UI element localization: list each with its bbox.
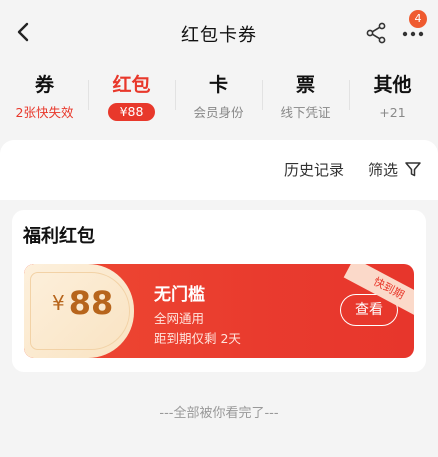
tab-label: 红包 — [112, 74, 151, 96]
share-icon[interactable] — [364, 21, 388, 45]
tab-subtitle: ¥88 — [107, 103, 156, 121]
filter-button[interactable]: 筛选 — [368, 159, 398, 180]
coupon-item[interactable]: ¥88 无门槛 全网通用 距到期仅剩 2天 查看 快到期 — [24, 264, 414, 358]
tab-label: 票 — [295, 74, 315, 96]
tab-coupons[interactable]: 券 2张快失效 — [1, 72, 88, 122]
end-of-list-text: ---全部被你看完了--- — [159, 406, 279, 421]
coupon-amount-area: ¥88 — [24, 264, 134, 358]
history-link[interactable]: 历史记录 — [284, 159, 344, 180]
coupon-title: 无门槛 — [154, 285, 205, 305]
tab-tickets[interactable]: 票 线下凭证 — [262, 72, 349, 122]
tab-subtitle: +21 — [379, 105, 406, 120]
tab-subtitle: 会员身份 — [193, 105, 244, 120]
currency-symbol: ¥ — [52, 291, 65, 315]
tab-other[interactable]: 其他 +21 — [349, 72, 436, 122]
coupon-amount: ¥88 — [52, 284, 113, 322]
coupon-scope: 全网通用 — [154, 311, 205, 326]
panel-toolbar: 历史记录 筛选 — [0, 140, 438, 200]
category-tabs: 券 2张快失效 红包 ¥88 卡 会员身份 票 线下凭证 其他 +21 — [0, 66, 438, 130]
tab-red-packets[interactable]: 红包 ¥88 — [88, 72, 175, 121]
coupon-expiry: 距到期仅剩 2天 — [154, 331, 241, 346]
notification-badge: 4 — [409, 10, 427, 28]
tab-label: 券 — [34, 74, 54, 96]
tab-cards[interactable]: 卡 会员身份 — [175, 72, 262, 122]
tab-subtitle: 线下凭证 — [280, 105, 331, 120]
tab-label: 卡 — [208, 74, 228, 96]
amount-value: 88 — [68, 284, 114, 322]
section-title: 福利红包 — [23, 226, 95, 247]
header-bar: 红包卡券 4 — [0, 0, 438, 66]
tab-label: 其他 — [373, 74, 412, 96]
red-packet-card: 福利红包 ¥88 无门槛 全网通用 距到期仅剩 2天 查看 快到期 — [12, 210, 426, 372]
funnel-icon[interactable] — [404, 160, 422, 178]
tab-subtitle: 2张快失效 — [15, 105, 74, 120]
